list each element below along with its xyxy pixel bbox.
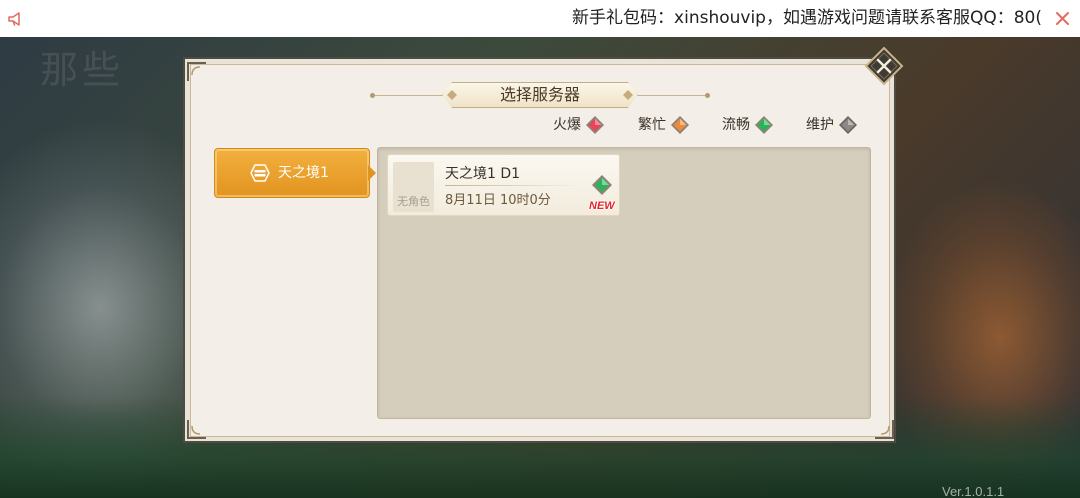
title-divider-right: [638, 95, 708, 96]
server-open-time: 8月11日 10时0分: [445, 193, 551, 208]
legend-item-maintenance: 维护: [806, 115, 858, 135]
title-divider-left: [372, 95, 442, 96]
legend-label: 流畅: [722, 117, 750, 133]
close-icon[interactable]: [1054, 10, 1071, 27]
legend-label: 繁忙: [638, 117, 666, 133]
corner-ornament-icon: [187, 62, 206, 81]
title-dot: [705, 93, 710, 98]
legend-label: 火爆: [553, 117, 581, 133]
red-gem-icon: [586, 116, 604, 134]
legend-item-smooth: 流畅: [722, 115, 774, 135]
corner-ornament-icon: [875, 420, 894, 439]
megaphone-icon: [8, 12, 20, 26]
server-divider: [445, 185, 581, 186]
title-dot: [370, 93, 375, 98]
server-icon: [250, 164, 270, 182]
notice-bar: 新手礼包码：xinshouvip，如遇游戏问题请联系客服QQ：80(: [0, 0, 1080, 37]
no-character-label: 无角色: [397, 195, 430, 208]
green-gem-icon: [592, 175, 612, 195]
dialog-title: 选择服务器: [499, 85, 580, 104]
server-group-label: 天之境1: [278, 165, 329, 181]
dialog-close-button[interactable]: [864, 46, 904, 86]
green-gem-icon: [755, 116, 773, 134]
legend-item-hot: 火爆: [553, 115, 605, 135]
corner-ornament-icon: [187, 420, 206, 439]
server-name: 天之境1 D1: [445, 166, 521, 182]
notice-text: 新手礼包码：xinshouvip，如遇游戏问题请联系客服QQ：80(: [572, 8, 1042, 28]
version-label: Ver.1.0.1.1: [942, 484, 1005, 498]
game-logo: 那些: [40, 48, 125, 92]
orange-gem-icon: [671, 116, 689, 134]
new-badge: NEW: [589, 200, 615, 212]
selected-arrow: [368, 165, 376, 181]
legend-label: 维护: [806, 117, 834, 133]
legend-item-busy: 繁忙: [638, 115, 690, 135]
gray-gem-icon: [839, 116, 857, 134]
